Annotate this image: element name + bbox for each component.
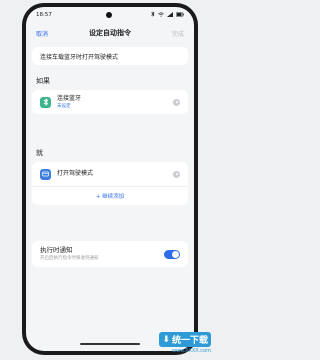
- if-card: 连接蓝牙 未设定: [32, 90, 188, 114]
- status-time: 18:57: [36, 12, 52, 18]
- action-text: 打开驾驶模式: [57, 170, 173, 178]
- header: 取消 设定自动指令 完成: [26, 25, 194, 41]
- close-icon: [175, 172, 178, 176]
- cancel-button[interactable]: 取消: [36, 29, 48, 38]
- add-action-button[interactable]: + 继续添加: [32, 186, 188, 205]
- if-section-label: 如果: [36, 77, 50, 85]
- command-name-field[interactable]: 连接车载蓝牙时打开驾驶模式: [32, 47, 188, 65]
- wifi-icon: [158, 11, 164, 19]
- watermark-brand: ⬇ 统一下载: [159, 332, 211, 347]
- home-indicator: [80, 343, 140, 345]
- front-camera: [106, 12, 112, 18]
- phone-frame: 18:57 取消 设定自动指令 完成 连接车载蓝牙时打开驾驶模式 如果 连接蓝牙…: [22, 3, 198, 355]
- notify-subtitle: 开启后执行指令时将收到通知: [40, 256, 99, 261]
- watermark-brand-text: 统一下载: [171, 336, 208, 346]
- condition-text: 连接蓝牙 未设定: [57, 95, 173, 110]
- remove-condition-button[interactable]: [173, 98, 180, 106]
- phone-screen: 18:57 取消 设定自动指令 完成 连接车载蓝牙时打开驾驶模式 如果 连接蓝牙…: [26, 7, 194, 351]
- condition-row[interactable]: 连接蓝牙 未设定: [32, 90, 188, 114]
- done-button[interactable]: 完成: [172, 29, 184, 38]
- toggle-knob: [172, 250, 179, 258]
- car-icon: [40, 168, 51, 180]
- command-name-text: 连接车载蓝牙时打开驾驶模式: [40, 53, 119, 61]
- condition-title: 连接蓝牙: [57, 94, 82, 102]
- notify-title: 执行时通知: [40, 246, 73, 254]
- signal-icon: [167, 11, 173, 19]
- notify-text: 执行时通知 开启后执行指令时将收到通知: [40, 246, 164, 262]
- action-row[interactable]: 打开驾驶模式: [32, 162, 188, 186]
- watermark: ⬇ 统一下载 www.PXXX.com: [153, 330, 211, 356]
- notify-card: 执行时通知 开启后执行指令时将收到通知: [32, 241, 188, 267]
- bluetooth-icon: [40, 96, 51, 108]
- status-icons: [151, 11, 184, 19]
- close-icon: [175, 100, 178, 104]
- then-card: 打开驾驶模式 + 继续添加: [32, 162, 188, 205]
- then-section-label: 就: [36, 149, 43, 157]
- action-title: 打开驾驶模式: [57, 170, 94, 177]
- page-title: 设定自动指令: [89, 29, 131, 37]
- screenshot-stage: 18:57 取消 设定自动指令 完成 连接车载蓝牙时打开驾驶模式 如果 连接蓝牙…: [0, 0, 215, 360]
- condition-subtitle: 未设定: [57, 103, 71, 109]
- download-icon: ⬇: [162, 334, 170, 345]
- bluetooth-icon: [151, 11, 155, 19]
- watermark-url: www.PXXX.com: [172, 348, 211, 354]
- remove-action-button[interactable]: [173, 170, 180, 178]
- notify-toggle[interactable]: [164, 249, 180, 259]
- battery-icon: [176, 11, 184, 19]
